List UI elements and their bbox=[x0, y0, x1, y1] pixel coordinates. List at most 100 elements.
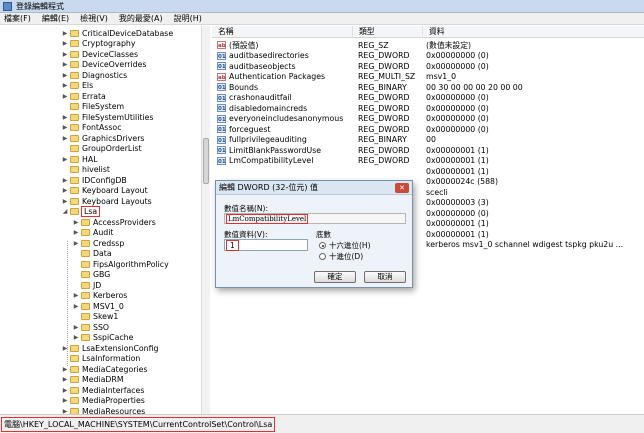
expand-arrow-icon[interactable]: ▶ bbox=[61, 124, 69, 131]
expand-arrow-icon[interactable]: ▶ bbox=[61, 345, 69, 352]
expand-arrow-icon[interactable]: ◢ bbox=[61, 208, 69, 215]
value-data-cell: 0x00000001 (1) bbox=[426, 145, 489, 155]
menu-item[interactable]: 說明(H) bbox=[174, 13, 202, 24]
expand-arrow-icon[interactable]: ▶ bbox=[61, 114, 69, 121]
tree-item[interactable]: FipsAlgorithmPolicy bbox=[72, 259, 169, 270]
tree-item[interactable]: ▶ Errata bbox=[61, 91, 106, 102]
expand-arrow-icon[interactable]: ▶ bbox=[61, 72, 69, 79]
tree-item[interactable]: ▶ Keyboard Layout bbox=[61, 186, 148, 197]
value-data-input[interactable]: 1 bbox=[224, 239, 308, 251]
expand-arrow-icon[interactable]: ▶ bbox=[61, 187, 69, 194]
value-row[interactable]: ab Authentication Packages REG_MULTI_SZ msv… bbox=[212, 72, 644, 83]
tree-item[interactable]: LsaInformation bbox=[61, 354, 140, 365]
tree-item[interactable]: Data bbox=[72, 249, 112, 260]
tree-item[interactable]: ▶ MSV1_0 bbox=[72, 301, 124, 312]
tree-item[interactable]: ▶ Cryptography bbox=[61, 39, 136, 50]
value-row[interactable]: 01 LimitBlankPasswordUse REG_DWORD 0x000000… bbox=[212, 145, 644, 156]
tree-item[interactable]: ▶ DeviceClasses bbox=[61, 49, 138, 60]
expand-arrow-icon[interactable]: ▶ bbox=[72, 324, 80, 331]
expand-arrow-icon[interactable]: ▶ bbox=[61, 82, 69, 89]
value-row[interactable]: ab (預設值) REG_SZ (數值未設定) bbox=[212, 40, 644, 51]
expand-arrow-icon[interactable]: ▶ bbox=[61, 376, 69, 383]
expand-arrow-icon[interactable]: ▶ bbox=[61, 51, 69, 58]
tree-item[interactable]: ▶ Els bbox=[61, 81, 93, 92]
expand-arrow-icon[interactable]: ▶ bbox=[61, 387, 69, 394]
tree-item[interactable]: ▶ HAL bbox=[61, 154, 98, 165]
ok-button[interactable]: 確定 bbox=[314, 271, 356, 283]
tree-item[interactable]: ▶ CriticalDeviceDatabase bbox=[61, 28, 173, 39]
tree-scrollbar-thumb[interactable] bbox=[203, 138, 209, 184]
dec-radio-dot[interactable] bbox=[319, 253, 326, 260]
menu-item[interactable]: 編輯(E) bbox=[42, 13, 69, 24]
expand-arrow-icon[interactable]: ▶ bbox=[72, 292, 80, 299]
tree-item[interactable]: GroupOrderList bbox=[61, 144, 142, 155]
expand-arrow-icon[interactable]: ▶ bbox=[61, 40, 69, 47]
tree-item[interactable]: ◢ Lsa bbox=[61, 206, 101, 218]
tree-item[interactable]: hivelist bbox=[61, 165, 110, 176]
tree-item[interactable]: Skew1 bbox=[72, 312, 118, 323]
tree-item[interactable]: ▶ MediaCategories bbox=[61, 364, 148, 375]
tree-item[interactable]: FileSystem bbox=[61, 102, 124, 113]
cancel-button[interactable]: 取消 bbox=[364, 271, 406, 283]
base-group-label: 底數 bbox=[316, 230, 331, 239]
expand-arrow-icon[interactable]: ▶ bbox=[61, 177, 69, 184]
value-type-cell: REG_BINARY bbox=[358, 82, 407, 92]
tree-item[interactable]: ▶ GraphicsDrivers bbox=[61, 133, 145, 144]
value-row[interactable]: 01 Bounds REG_BINARY 00 30 00 00 00 20 00 0… bbox=[212, 82, 644, 93]
column-header-type[interactable]: 類型 bbox=[353, 26, 423, 38]
tree-item[interactable]: ▶ LsaExtensionConfig bbox=[61, 343, 159, 354]
tree-item[interactable]: ▶ SSO bbox=[72, 322, 109, 333]
value-row[interactable]: 01 fullprivilegeauditing REG_BINARY 00 bbox=[212, 135, 644, 146]
hex-radio[interactable]: 十六進位(H) bbox=[319, 240, 371, 251]
value-row[interactable]: 01 everyoneincludesanonymous REG_DWORD 0x00… bbox=[212, 114, 644, 125]
expand-arrow-icon[interactable]: ▶ bbox=[72, 334, 80, 341]
tree-item[interactable]: ▶ FontAssoc bbox=[61, 123, 122, 134]
value-row[interactable]: 01 LmCompatibilityLevel REG_DWORD 0x0000000… bbox=[212, 156, 644, 167]
expand-arrow-icon[interactable]: ▶ bbox=[72, 219, 80, 226]
value-row[interactable]: 01 auditbaseobjects REG_DWORD 0x00000000 (0… bbox=[212, 61, 644, 72]
menu-item[interactable]: 檔案(F) bbox=[4, 13, 31, 24]
tree-item[interactable]: ▶ Keyboard Layouts bbox=[61, 196, 152, 207]
menu-item[interactable]: 檢視(V) bbox=[80, 13, 108, 24]
tree-item[interactable]: ▶ FileSystemUtilities bbox=[61, 112, 154, 123]
menu-item[interactable]: 我的最愛(A) bbox=[119, 13, 163, 24]
expand-arrow-icon[interactable]: ▶ bbox=[61, 61, 69, 68]
value-type-cell: REG_DWORD bbox=[358, 156, 410, 166]
expand-arrow-icon[interactable]: ▶ bbox=[72, 240, 80, 247]
expand-arrow-icon[interactable]: ▶ bbox=[61, 366, 69, 373]
tree-item[interactable]: ▶ MediaInterfaces bbox=[61, 385, 145, 396]
tree-scrollbar[interactable] bbox=[201, 26, 210, 414]
column-header-name[interactable]: 名稱 bbox=[212, 26, 353, 38]
tree-item[interactable]: JD bbox=[72, 280, 101, 291]
tree-item[interactable]: ▶ Audit bbox=[72, 228, 114, 239]
tree-item[interactable]: ▶ DeviceOverrides bbox=[61, 60, 147, 71]
value-row[interactable]: 01 disabledomaincreds REG_DWORD 0x00000000 … bbox=[212, 103, 644, 114]
tree-item[interactable]: GBG bbox=[72, 270, 110, 281]
expand-arrow-icon[interactable]: ▶ bbox=[61, 397, 69, 404]
value-row[interactable]: 01 forceguest REG_DWORD 0x00000000 (0) bbox=[212, 124, 644, 135]
tree-item[interactable]: ▶ SspiCache bbox=[72, 333, 134, 344]
value-name-cell: 01 Bounds bbox=[212, 83, 353, 92]
tree-item[interactable]: ▶ IDConfigDB bbox=[61, 175, 127, 186]
tree-item[interactable]: ▶ AccessProviders bbox=[72, 217, 156, 228]
expand-arrow-icon[interactable]: ▶ bbox=[61, 30, 69, 37]
hex-radio-dot[interactable] bbox=[319, 242, 326, 249]
expand-arrow-icon[interactable]: ▶ bbox=[61, 93, 69, 100]
expand-arrow-icon[interactable]: ▶ bbox=[72, 303, 80, 310]
value-row[interactable]: 01 auditbasedirectories REG_DWORD 0x0000000… bbox=[212, 51, 644, 62]
expand-arrow-icon[interactable]: ▶ bbox=[61, 135, 69, 142]
dialog-close-button[interactable]: ✕ bbox=[395, 183, 409, 193]
tree-item[interactable]: ▶ MediaDRM bbox=[61, 375, 124, 386]
tree-item[interactable]: ▶ MediaResources bbox=[61, 406, 145, 414]
expand-arrow-icon[interactable]: ▶ bbox=[72, 229, 80, 236]
dec-radio[interactable]: 十進位(D) bbox=[319, 251, 363, 262]
value-row[interactable]: 0x00000001 (1) bbox=[212, 166, 644, 177]
value-row[interactable]: 01 crashonauditfail REG_DWORD 0x00000000 (0… bbox=[212, 93, 644, 104]
expand-arrow-icon[interactable]: ▶ bbox=[61, 156, 69, 163]
tree-item[interactable]: ▶ Kerberos bbox=[72, 291, 128, 302]
tree-item[interactable]: ▶ MediaProperties bbox=[61, 396, 145, 407]
tree-item[interactable]: ▶ Diagnostics bbox=[61, 70, 128, 81]
expand-arrow-icon[interactable]: ▶ bbox=[61, 198, 69, 205]
column-header-data[interactable]: 資料 bbox=[423, 26, 644, 38]
tree-item[interactable]: ▶ Credssp bbox=[72, 238, 125, 249]
